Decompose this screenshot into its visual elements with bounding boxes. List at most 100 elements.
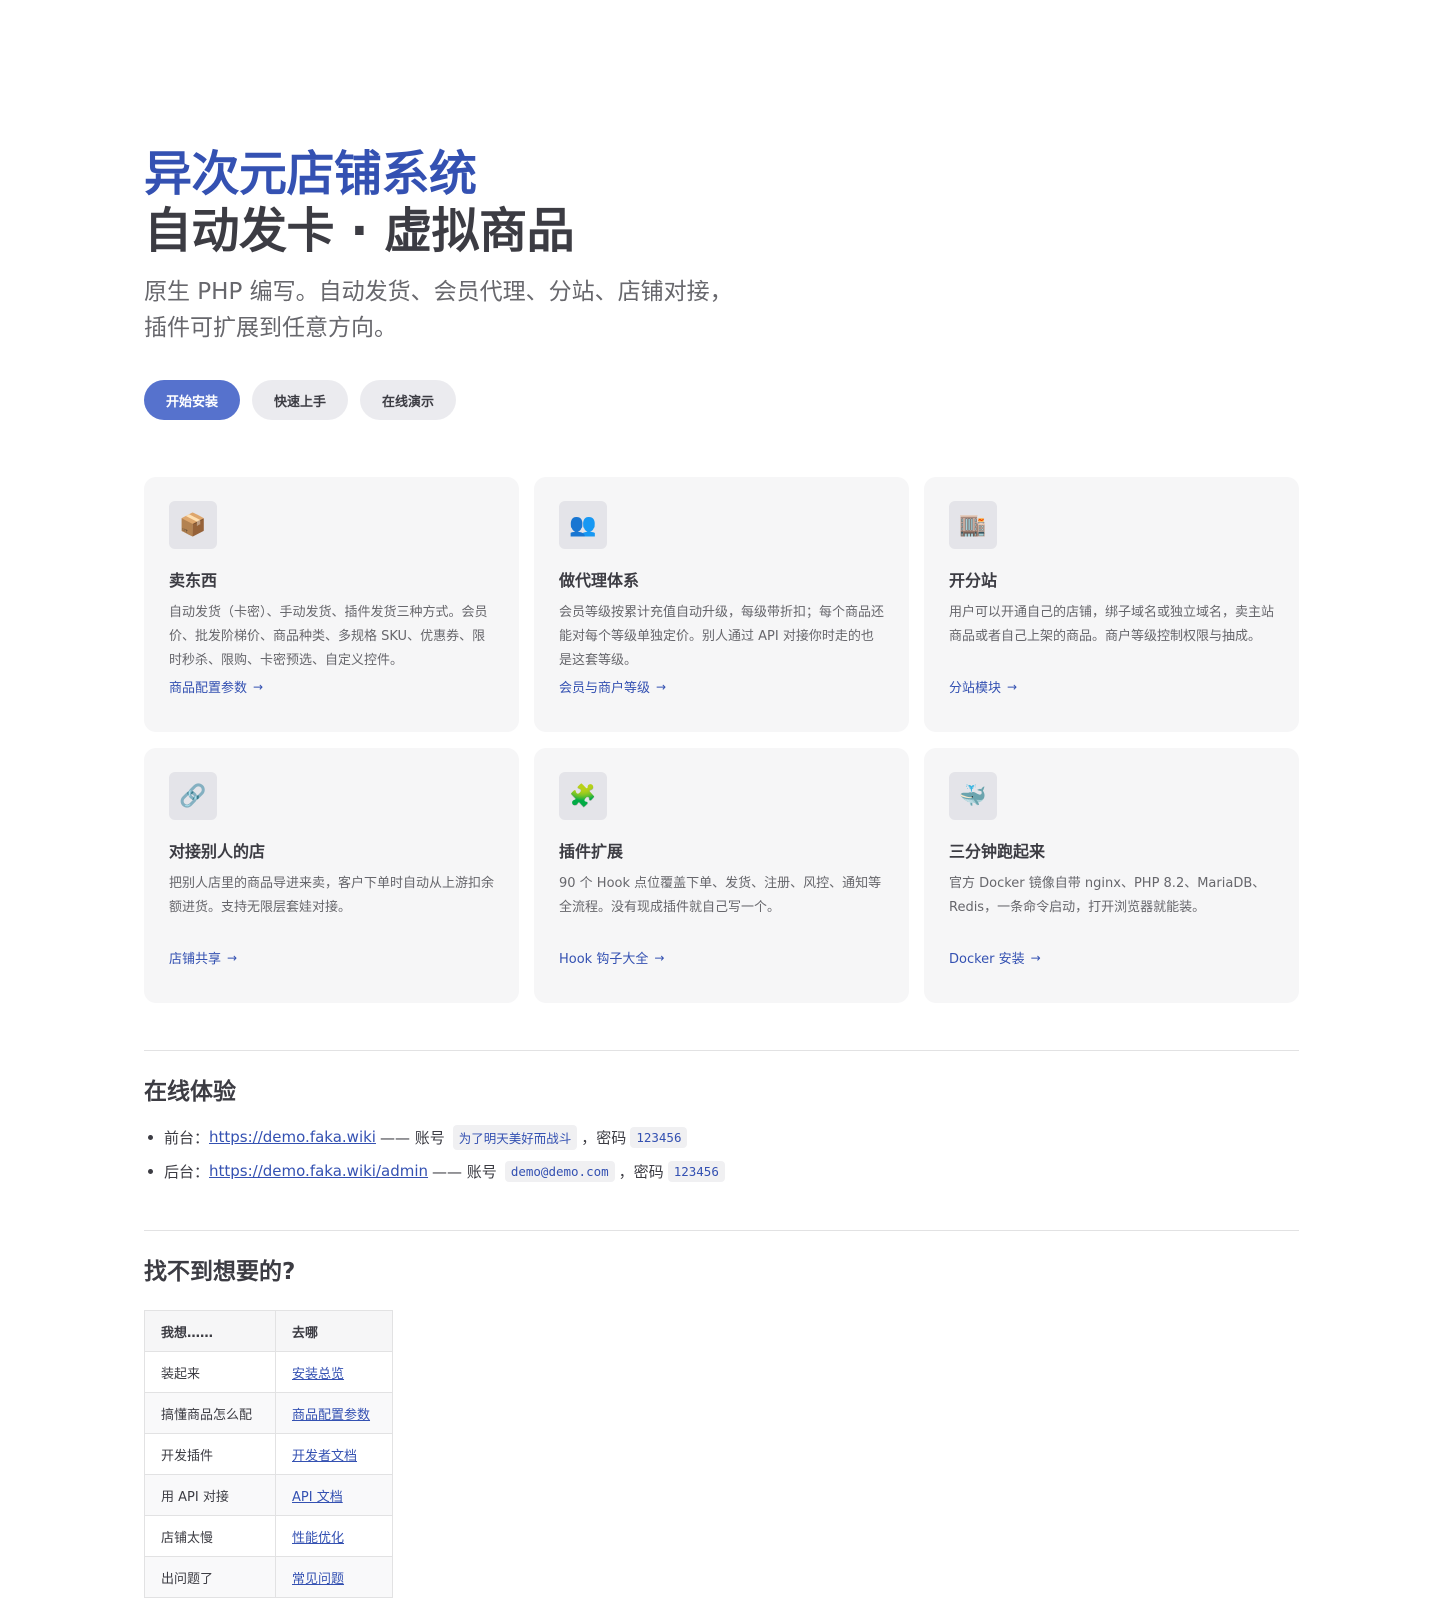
- help-table: 我想…… 去哪 装起来 安装总览 搞懂商品怎么配 商品配置参数 开发插件 开发者…: [144, 1310, 393, 1598]
- hero-tagline: 原生 PHP 编写。自动发货、会员代理、分站、店铺对接，插件可扩展到任意方向。: [144, 279, 733, 341]
- features-grid: 📦 卖东西 自动发货（卡密）、手动发货、插件发货三种方式。会员价、批发阶梯价、商…: [144, 477, 1299, 1003]
- quick-start-button[interactable]: 快速上手: [252, 380, 349, 420]
- feature-link-text: Hook 钩子大全: [559, 952, 649, 967]
- feature-link-text: 店铺共享: [169, 952, 222, 967]
- table-row: 出问题了 常见问题: [144, 1556, 393, 1598]
- hero-actions: 开始安装 快速上手 在线演示: [144, 380, 864, 420]
- table-header: 去哪: [275, 1310, 393, 1352]
- hero-heading: 异次元店铺系统 自动发卡 · 虚拟商品: [144, 146, 864, 260]
- feature-details: 官方 Docker 镜像自带 nginx、PHP 8.2、MariaDB、Red…: [949, 876, 1266, 915]
- feature-details: 90 个 Hook 点位覆盖下单、发货、注册、风控、通知等全流程。没有现成插件就…: [559, 876, 882, 915]
- table-cell: 店铺太慢: [144, 1515, 276, 1557]
- whale-icon: 🐳: [949, 772, 997, 820]
- demo-account: 为了明天美好而战斗: [452, 1124, 578, 1150]
- feature-card-substation: 🏬 开分站 用户可以开通自己的店铺，绑子域名或独立域名，卖主站商品或者自己上架的…: [924, 477, 1299, 732]
- demo-dash: —— 账号: [432, 1162, 497, 1181]
- package-icon: 📦: [169, 501, 217, 549]
- feature-link[interactable]: 分站模块 →: [949, 677, 1018, 697]
- table-cell: 性能优化: [275, 1515, 393, 1557]
- bullet-icon: [148, 1134, 153, 1140]
- feature-details: 自动发货（卡密）、手动发货、插件发货三种方式。会员价、批发阶梯价、商品种类、多规…: [169, 605, 488, 668]
- help-link[interactable]: 开发者文档: [292, 1449, 357, 1464]
- feature-link[interactable]: 会员与商户等级 →: [559, 677, 667, 697]
- help-heading: 找不到想要的?: [144, 1259, 296, 1285]
- help-link[interactable]: API 文档: [292, 1490, 343, 1505]
- feature-title: 卖东西: [169, 571, 218, 590]
- people-icon: 👥: [559, 501, 607, 549]
- feature-card-docker: 🐳 三分钟跑起来 官方 Docker 镜像自带 nginx、PHP 8.2、Ma…: [924, 748, 1299, 1003]
- feature-title: 插件扩展: [559, 842, 624, 861]
- table-row: 用 API 对接 API 文档: [144, 1474, 393, 1516]
- table-row: 装起来 安装总览: [144, 1351, 393, 1393]
- start-install-button[interactable]: 开始安装: [144, 380, 241, 420]
- table-cell: 安装总览: [275, 1351, 393, 1393]
- arrow-right-icon: →: [1007, 679, 1018, 694]
- demo-comma: ，: [581, 1128, 597, 1147]
- hero-text: 自动发卡 · 虚拟商品: [144, 203, 575, 259]
- help-link[interactable]: 商品配置参数: [292, 1408, 370, 1423]
- table-row: 开发插件 开发者文档: [144, 1433, 393, 1475]
- demo-dash: —— 账号: [379, 1128, 445, 1147]
- demo-list: 前台： https://demo.faka.wiki —— 账号 为了明天美好而…: [144, 1120, 729, 1188]
- help-link[interactable]: 常见问题: [292, 1572, 344, 1587]
- table-row: 搞懂商品怎么配 商品配置参数: [144, 1392, 393, 1434]
- arrow-right-icon: →: [1030, 950, 1041, 965]
- feature-link[interactable]: Docker 安装 →: [949, 948, 1041, 968]
- demo-frontend-link[interactable]: https://demo.faka.wiki: [209, 1128, 376, 1146]
- feature-link-text: Docker 安装: [949, 952, 1025, 967]
- feature-link[interactable]: Hook 钩子大全 →: [559, 948, 665, 968]
- help-link[interactable]: 安装总览: [292, 1367, 344, 1382]
- feature-card-agent: 👥 做代理体系 会员等级按累计充值自动升级，每级带折扣；每个商品还能对每个等级单…: [534, 477, 909, 732]
- table-cell: 装起来: [144, 1351, 276, 1393]
- table-cell: 用 API 对接: [144, 1474, 276, 1516]
- arrow-right-icon: →: [654, 950, 665, 965]
- table-cell: 常见问题: [275, 1556, 393, 1598]
- feature-details: 会员等级按累计充值自动升级，每级带折扣；每个商品还能对每个等级单独定价。别人通过…: [559, 605, 885, 668]
- list-item: 后台： https://demo.faka.wiki/admin —— 账号 d…: [144, 1154, 729, 1188]
- table-cell: 商品配置参数: [275, 1392, 393, 1434]
- demo-comma: ，: [618, 1162, 634, 1181]
- demo-label: 后台：: [164, 1162, 210, 1181]
- table-header-row: 我想…… 去哪: [144, 1310, 393, 1352]
- feature-link[interactable]: 店铺共享 →: [169, 948, 238, 968]
- feature-details: 用户可以开通自己的店铺，绑子域名或独立域名，卖主站商品或者自己上架的商品。商户等…: [949, 605, 1275, 644]
- arrow-right-icon: →: [656, 679, 667, 694]
- feature-link-text: 会员与商户等级: [559, 681, 651, 696]
- demo-pw-label: 密码: [633, 1162, 664, 1181]
- demo-password: 123456: [630, 1126, 688, 1148]
- demo-admin-link[interactable]: https://demo.faka.wiki/admin: [209, 1162, 428, 1180]
- demo-account: demo@demo.com: [504, 1160, 615, 1182]
- puzzle-icon: 🧩: [559, 772, 607, 820]
- table-cell: API 文档: [275, 1474, 393, 1516]
- hero-section: 异次元店铺系统 自动发卡 · 虚拟商品 原生 PHP 编写。自动发货、会员代理、…: [144, 146, 864, 420]
- feature-link-text: 分站模块: [949, 681, 1002, 696]
- table-cell: 搞懂商品怎么配: [144, 1392, 276, 1434]
- feature-link-text: 商品配置参数: [169, 681, 248, 696]
- help-link[interactable]: 性能优化: [292, 1531, 344, 1546]
- hero-name: 异次元店铺系统: [144, 146, 477, 202]
- feature-title: 做代理体系: [559, 571, 640, 590]
- table-cell: 出问题了: [144, 1556, 276, 1598]
- arrow-right-icon: →: [227, 950, 238, 965]
- store-icon: 🏬: [949, 501, 997, 549]
- section-divider: [144, 1050, 1299, 1051]
- link-icon: 🔗: [169, 772, 217, 820]
- feature-link[interactable]: 商品配置参数 →: [169, 677, 264, 697]
- feature-details: 把别人店里的商品导进来卖，客户下单时自动从上游扣余额进货。支持无限层套娃对接。: [169, 876, 495, 915]
- feature-card-plugin: 🧩 插件扩展 90 个 Hook 点位覆盖下单、发货、注册、风控、通知等全流程。…: [534, 748, 909, 1003]
- arrow-right-icon: →: [253, 679, 264, 694]
- feature-title: 开分站: [949, 571, 998, 590]
- bullet-icon: [148, 1168, 153, 1174]
- feature-card-connect: 🔗 对接别人的店 把别人店里的商品导进来卖，客户下单时自动从上游扣余额进货。支持…: [144, 748, 519, 1003]
- table-cell: 开发插件: [144, 1433, 276, 1475]
- table-header: 我想……: [144, 1310, 276, 1352]
- table-cell: 开发者文档: [275, 1433, 393, 1475]
- table-row: 店铺太慢 性能优化: [144, 1515, 393, 1557]
- online-demo-button[interactable]: 在线演示: [360, 380, 457, 420]
- section-divider: [144, 1230, 1299, 1231]
- feature-title: 三分钟跑起来: [949, 842, 1046, 861]
- demo-label: 前台：: [164, 1128, 210, 1147]
- demo-password: 123456: [667, 1160, 725, 1182]
- feature-card-sell: 📦 卖东西 自动发货（卡密）、手动发货、插件发货三种方式。会员价、批发阶梯价、商…: [144, 477, 519, 732]
- demo-heading: 在线体验: [144, 1079, 236, 1105]
